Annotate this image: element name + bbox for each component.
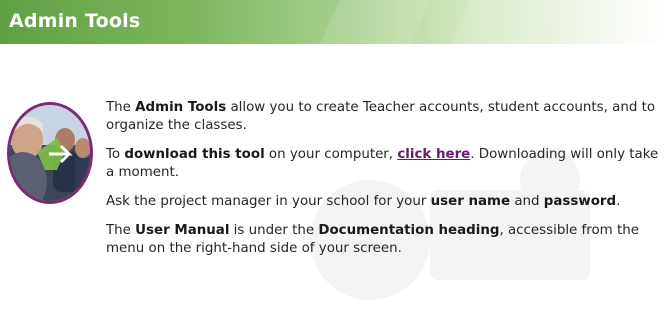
bold-text: password xyxy=(543,194,617,209)
paragraph-text: and xyxy=(510,194,544,209)
paragraph-text: on your computer, xyxy=(264,147,398,162)
manual-paragraph: The User Manual is under the Documentati… xyxy=(106,222,662,258)
group-photo-avatar-icon xyxy=(7,102,93,204)
download-paragraph: To download this tool on your computer, … xyxy=(106,146,662,182)
download-link[interactable]: click here xyxy=(397,147,470,162)
intro-paragraph: The Admin Tools allow you to create Teac… xyxy=(106,99,662,135)
paragraph-text: . xyxy=(616,194,621,209)
bold-text: Admin Tools xyxy=(135,100,227,115)
bold-text: user name xyxy=(430,194,511,209)
bold-text: Documentation heading xyxy=(318,223,500,238)
bold-text: download this tool xyxy=(124,147,265,162)
page-header: Admin Tools xyxy=(0,0,665,44)
header-stripe-decoration xyxy=(319,0,431,44)
paragraph-text: Ask the project manager in your school f… xyxy=(106,194,431,209)
bold-text: User Manual xyxy=(135,223,230,238)
credentials-paragraph: Ask the project manager in your school f… xyxy=(106,193,662,211)
main-content: The Admin Tools allow you to create Teac… xyxy=(106,99,662,269)
header-stripe-decoration xyxy=(449,0,561,44)
page-title: Admin Tools xyxy=(9,10,141,32)
paragraph-text: To xyxy=(106,147,125,162)
paragraph-text: The xyxy=(106,223,136,238)
paragraph-text: is under the xyxy=(229,223,319,238)
paragraph-text: The xyxy=(106,100,136,115)
